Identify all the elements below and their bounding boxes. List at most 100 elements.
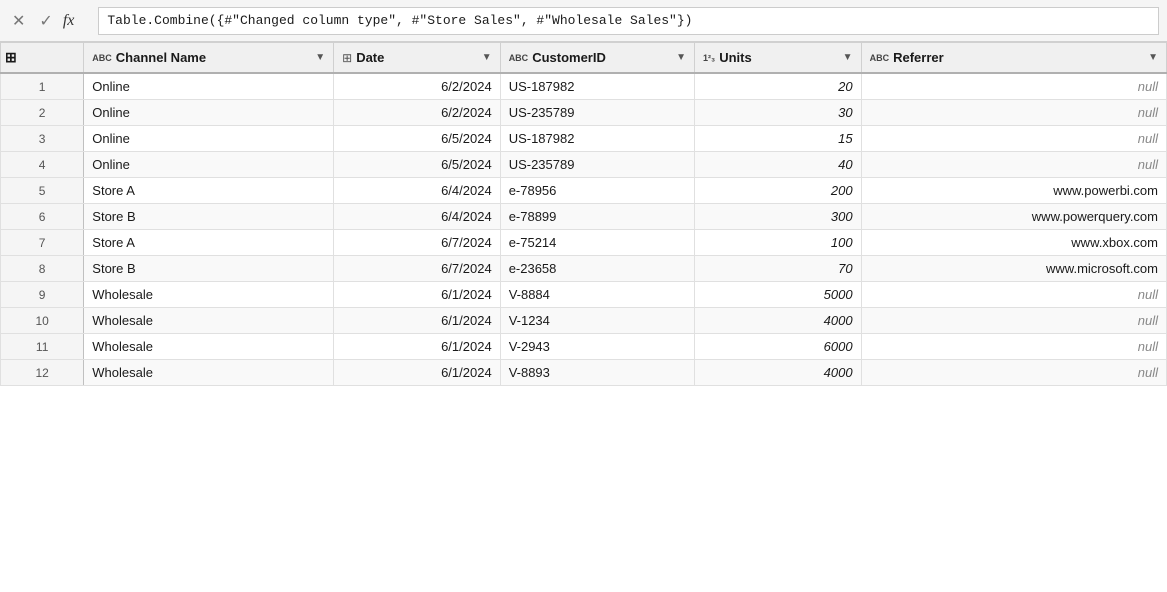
cell-date: 6/7/2024 <box>334 256 501 282</box>
cell-date: 6/2/2024 <box>334 100 501 126</box>
formula-bar: ✕ ✓ fx <box>0 0 1167 42</box>
cell-date: 6/1/2024 <box>334 334 501 360</box>
col-label-date: Date <box>356 50 384 65</box>
table-row[interactable]: 7Store A6/7/2024e-75214100www.xbox.com <box>1 230 1167 256</box>
cell-channel-name: Store B <box>84 204 334 230</box>
cell-referrer: null <box>861 73 1166 100</box>
row-number: 6 <box>1 204 84 230</box>
cell-channel-name: Online <box>84 100 334 126</box>
cell-channel-name: Online <box>84 126 334 152</box>
cell-referrer: null <box>861 152 1166 178</box>
cell-customer-id: V-8893 <box>500 360 694 386</box>
table-row[interactable]: 12Wholesale6/1/2024V-88934000null <box>1 360 1167 386</box>
cell-referrer: www.xbox.com <box>861 230 1166 256</box>
cell-customer-id: V-1234 <box>500 308 694 334</box>
cell-referrer: null <box>861 126 1166 152</box>
cell-channel-name: Wholesale <box>84 282 334 308</box>
cell-referrer: null <box>861 308 1166 334</box>
cell-units: 100 <box>695 230 862 256</box>
row-number: 10 <box>1 308 84 334</box>
cell-units: 5000 <box>695 282 862 308</box>
fx-label: fx <box>63 12 75 30</box>
table-row[interactable]: 2Online6/2/2024US-23578930null <box>1 100 1167 126</box>
row-number: 3 <box>1 126 84 152</box>
cell-customer-id: US-235789 <box>500 152 694 178</box>
cell-channel-name: Online <box>84 73 334 100</box>
channel-name-type-icon: ABC <box>92 53 112 63</box>
cell-channel-name: Wholesale <box>84 308 334 334</box>
row-num-header: ⊞ <box>1 43 84 74</box>
cell-referrer: null <box>861 100 1166 126</box>
cell-referrer: www.powerquery.com <box>861 204 1166 230</box>
confirm-icon[interactable]: ✓ <box>35 9 56 33</box>
cell-date: 6/4/2024 <box>334 204 501 230</box>
cell-date: 6/4/2024 <box>334 178 501 204</box>
col-header-date[interactable]: ⊞ Date ▼ <box>334 43 501 74</box>
cell-date: 6/1/2024 <box>334 282 501 308</box>
cell-customer-id: US-235789 <box>500 100 694 126</box>
cell-channel-name: Store A <box>84 178 334 204</box>
referrer-dropdown-icon[interactable]: ▼ <box>1148 52 1158 63</box>
formula-input[interactable] <box>98 7 1159 35</box>
table-icon: ⊞ <box>5 49 17 66</box>
cell-customer-id: V-2943 <box>500 334 694 360</box>
cell-units: 300 <box>695 204 862 230</box>
cell-customer-id: e-78956 <box>500 178 694 204</box>
row-number: 2 <box>1 100 84 126</box>
row-number: 1 <box>1 73 84 100</box>
table-body: 1Online6/2/2024US-18798220null2Online6/2… <box>1 73 1167 386</box>
row-number: 12 <box>1 360 84 386</box>
cell-referrer: null <box>861 334 1166 360</box>
cell-units: 4000 <box>695 360 862 386</box>
cell-units: 15 <box>695 126 862 152</box>
cell-units: 4000 <box>695 308 862 334</box>
table-row[interactable]: 9Wholesale6/1/2024V-88845000null <box>1 282 1167 308</box>
row-number: 9 <box>1 282 84 308</box>
cell-customer-id: US-187982 <box>500 73 694 100</box>
formula-icons: ✕ ✓ fx <box>8 9 88 33</box>
cell-customer-id: e-75214 <box>500 230 694 256</box>
col-header-customer-id[interactable]: ABC CustomerID ▼ <box>500 43 694 74</box>
cell-date: 6/7/2024 <box>334 230 501 256</box>
date-dropdown-icon[interactable]: ▼ <box>482 52 492 63</box>
cell-customer-id: e-78899 <box>500 204 694 230</box>
data-table: ⊞ ABC Channel Name ▼ ⊞ Date ▼ <box>0 42 1167 386</box>
cell-channel-name: Wholesale <box>84 360 334 386</box>
col-label-customer-id: CustomerID <box>532 50 606 65</box>
row-number: 11 <box>1 334 84 360</box>
cancel-icon[interactable]: ✕ <box>8 9 29 33</box>
cell-date: 6/5/2024 <box>334 152 501 178</box>
customer-id-dropdown-icon[interactable]: ▼ <box>676 52 686 63</box>
customer-id-type-icon: ABC <box>509 53 529 63</box>
table-row[interactable]: 5Store A6/4/2024e-78956200www.powerbi.co… <box>1 178 1167 204</box>
col-header-channel-name[interactable]: ABC Channel Name ▼ <box>84 43 334 74</box>
cell-date: 6/5/2024 <box>334 126 501 152</box>
table-row[interactable]: 8Store B6/7/2024e-2365870www.microsoft.c… <box>1 256 1167 282</box>
cell-units: 70 <box>695 256 862 282</box>
col-header-referrer[interactable]: ABC Referrer ▼ <box>861 43 1166 74</box>
date-type-icon: ⊞ <box>342 51 352 65</box>
table-row[interactable]: 3Online6/5/2024US-18798215null <box>1 126 1167 152</box>
table-row[interactable]: 4Online6/5/2024US-23578940null <box>1 152 1167 178</box>
table-header-row: ⊞ ABC Channel Name ▼ ⊞ Date ▼ <box>1 43 1167 74</box>
cell-units: 20 <box>695 73 862 100</box>
cell-customer-id: US-187982 <box>500 126 694 152</box>
table-row[interactable]: 10Wholesale6/1/2024V-12344000null <box>1 308 1167 334</box>
cell-channel-name: Online <box>84 152 334 178</box>
cell-referrer: null <box>861 282 1166 308</box>
cell-units: 6000 <box>695 334 862 360</box>
table-container: ⊞ ABC Channel Name ▼ ⊞ Date ▼ <box>0 42 1167 592</box>
cell-channel-name: Store A <box>84 230 334 256</box>
table-row[interactable]: 1Online6/2/2024US-18798220null <box>1 73 1167 100</box>
col-header-units[interactable]: 1²₃ Units ▼ <box>695 43 862 74</box>
cell-channel-name: Store B <box>84 256 334 282</box>
col-label-referrer: Referrer <box>893 50 944 65</box>
channel-name-dropdown-icon[interactable]: ▼ <box>315 52 325 63</box>
row-number: 7 <box>1 230 84 256</box>
cell-date: 6/1/2024 <box>334 360 501 386</box>
table-row[interactable]: 11Wholesale6/1/2024V-29436000null <box>1 334 1167 360</box>
cell-referrer: null <box>861 360 1166 386</box>
table-row[interactable]: 6Store B6/4/2024e-78899300www.powerquery… <box>1 204 1167 230</box>
units-dropdown-icon[interactable]: ▼ <box>843 52 853 63</box>
col-label-channel-name: Channel Name <box>116 50 206 65</box>
